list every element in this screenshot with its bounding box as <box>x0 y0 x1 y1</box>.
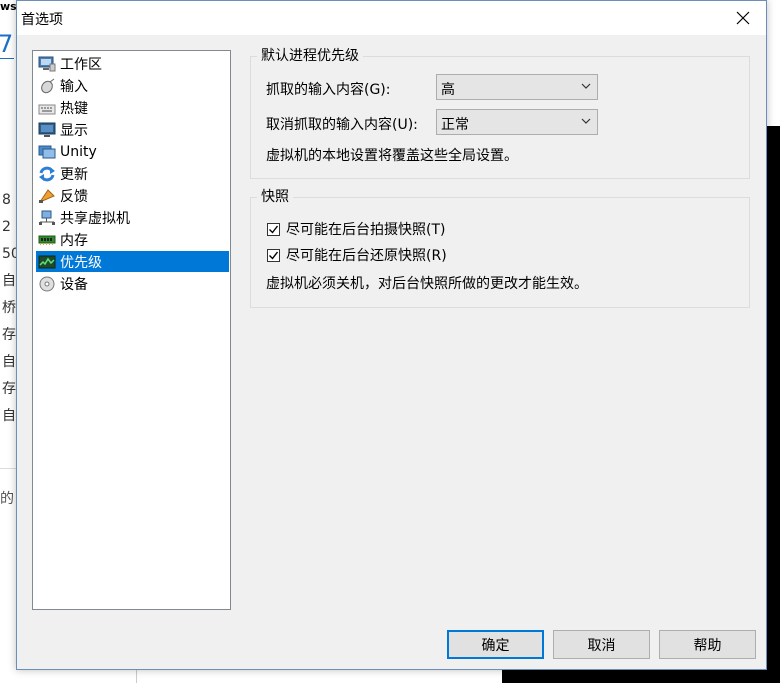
background-text: ws <box>0 0 17 13</box>
group-legend: 默认进程优先级 <box>257 47 363 65</box>
ungrabbed-input-select[interactable]: 正常 <box>436 109 598 135</box>
checkmark-icon <box>269 251 279 260</box>
tree-item-label: 更新 <box>60 166 88 183</box>
preferences-dialog: 首选项 工作区 输入 热键 显示 Unity 更新 反馈 共享虚拟机 内存 优先… <box>16 0 767 670</box>
grabbed-input-label: 抓取的输入内容(G): <box>266 82 391 98</box>
tree-item-label: 显示 <box>60 122 88 139</box>
background-number: 7 <box>0 30 14 58</box>
tree-item-unity[interactable]: Unity <box>36 141 229 162</box>
checkbox-box <box>267 222 280 236</box>
checkmark-icon <box>269 225 279 234</box>
background-list-item: 存 <box>2 381 16 397</box>
tree-item-label: 反馈 <box>60 188 88 205</box>
keyboard-icon <box>38 100 56 116</box>
background-list-item: 桥 <box>2 300 16 316</box>
priority-note: 虚拟机的本地设置将覆盖这些全局设置。 <box>266 148 518 164</box>
tree-item-devices[interactable]: 设备 <box>36 273 229 294</box>
shared-vm-icon <box>38 210 56 226</box>
select-value: 正常 <box>441 117 469 133</box>
background-list-item: 2 <box>2 219 11 235</box>
checkbox-label: 尽可能在后台拍摄快照(T) <box>286 222 446 238</box>
background-divider <box>136 670 137 683</box>
snapshot-group: 快照 尽可能在后台拍摄快照(T) 尽可能在后台还原快照(R) 虚拟机必须关机，对… <box>250 188 750 308</box>
checkbox-box <box>267 248 280 262</box>
priority-group: 默认进程优先级 抓取的输入内容(G): 高 取消抓取的输入内容(U): 正常 虚… <box>250 47 750 179</box>
background-text: 的 <box>0 491 14 507</box>
help-button[interactable]: 帮助 <box>659 630 756 659</box>
background-list-item: 8 ( <box>2 192 16 208</box>
priority-icon <box>38 254 56 270</box>
update-icon <box>38 166 56 182</box>
tree-item-label: 内存 <box>60 232 88 249</box>
grabbed-input-select[interactable]: 高 <box>436 74 598 100</box>
background-list: 8 ( 2 50 自 桥 存 自 存 自 <box>2 192 16 435</box>
unity-icon <box>38 144 56 160</box>
category-tree: 工作区 输入 热键 显示 Unity 更新 反馈 共享虚拟机 内存 优先级 设备 <box>32 50 231 610</box>
select-value: 高 <box>441 82 455 98</box>
background-list-item: 自 <box>2 354 16 370</box>
take-snapshot-background-checkbox[interactable]: 尽可能在后台拍摄快照(T) <box>267 219 445 239</box>
tree-item-memory[interactable]: 内存 <box>36 229 229 250</box>
device-icon <box>38 276 56 292</box>
background-list-item: 自 <box>2 408 16 424</box>
background-divider <box>0 468 16 469</box>
tree-item-workspace[interactable]: 工作区 <box>36 53 229 74</box>
dialog-title: 首选项 <box>21 12 63 28</box>
feedback-icon <box>38 188 56 204</box>
tree-item-label: 优先级 <box>60 254 102 271</box>
tree-item-label: 设备 <box>60 276 88 293</box>
background-dark-panel <box>767 126 780 683</box>
tree-item-display[interactable]: 显示 <box>36 119 229 140</box>
close-button[interactable] <box>720 1 766 35</box>
tree-item-input[interactable]: 输入 <box>36 75 229 96</box>
monitor-icon <box>38 122 56 138</box>
tree-item-update[interactable]: 更新 <box>36 163 229 184</box>
tree-item-label: 共享虚拟机 <box>60 210 130 227</box>
group-legend: 快照 <box>257 188 293 206</box>
tree-item-label: 输入 <box>60 78 88 95</box>
tree-item-label: 工作区 <box>60 56 102 73</box>
tree-item-label: 热键 <box>60 100 88 117</box>
snapshot-note: 虚拟机必须关机，对后台快照所做的更改才能生效。 <box>266 276 588 292</box>
ungrabbed-input-label: 取消抓取的输入内容(U): <box>266 117 418 133</box>
tree-item-feedback[interactable]: 反馈 <box>36 185 229 206</box>
title-bar: 首选项 <box>17 1 766 35</box>
chevron-down-icon <box>581 83 591 89</box>
background-list-item: 自 <box>2 273 16 289</box>
background-list-item: 50 <box>2 246 16 262</box>
restore-snapshot-background-checkbox[interactable]: 尽可能在后台还原快照(R) <box>267 245 447 265</box>
background-list-item: 存 <box>2 327 16 343</box>
checkbox-label: 尽可能在后台还原快照(R) <box>286 248 447 264</box>
memory-icon <box>38 232 56 248</box>
chevron-down-icon <box>581 118 591 124</box>
tree-item-hotkeys[interactable]: 热键 <box>36 97 229 118</box>
cancel-button[interactable]: 取消 <box>553 630 650 659</box>
tree-item-shared-vms[interactable]: 共享虚拟机 <box>36 207 229 228</box>
mouse-icon <box>38 78 56 94</box>
tree-item-priority[interactable]: 优先级 <box>36 251 229 272</box>
close-icon <box>736 11 750 25</box>
workspace-icon <box>38 56 56 72</box>
ok-button[interactable]: 确定 <box>447 630 544 659</box>
background-underline <box>0 58 14 59</box>
background-dark-panel <box>502 670 780 683</box>
tree-item-label: Unity <box>60 143 97 160</box>
